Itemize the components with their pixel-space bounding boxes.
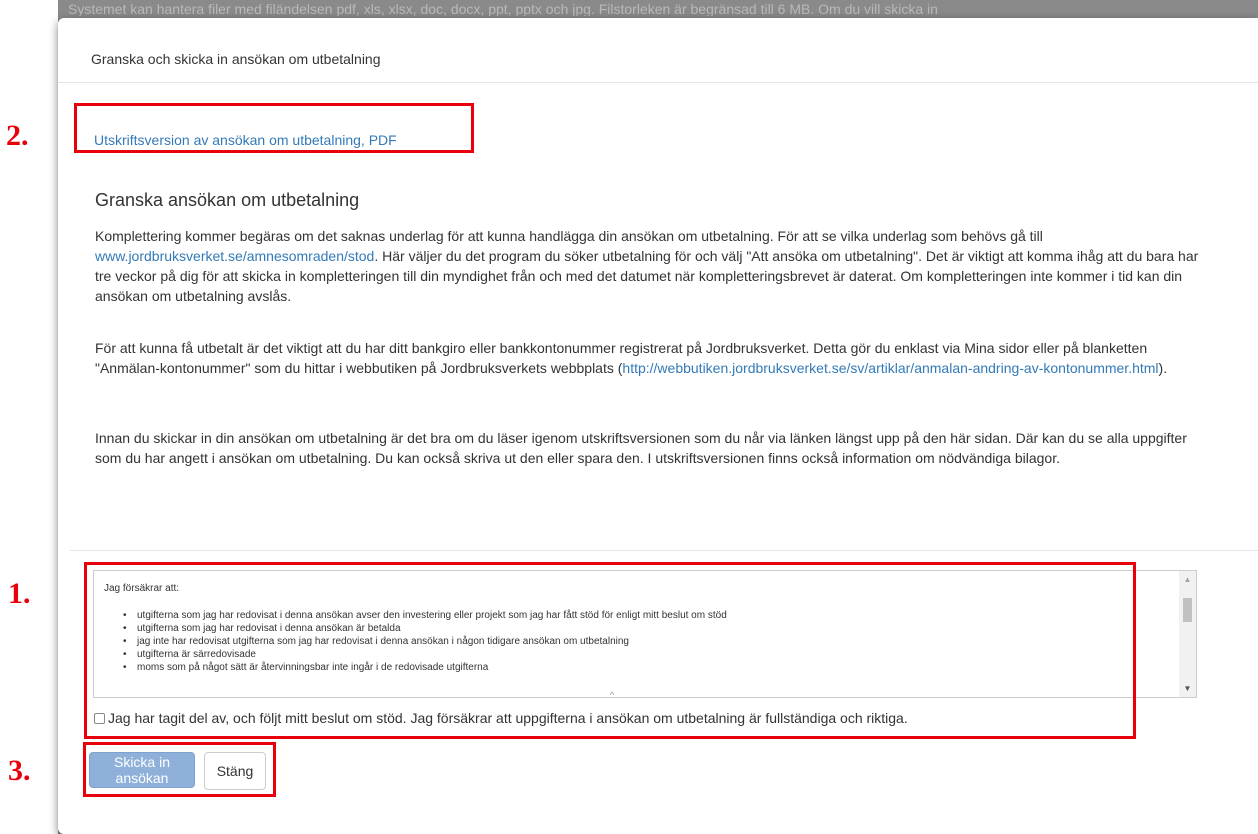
declaration-scrollbar[interactable]: ▲ ▼	[1179, 571, 1196, 697]
modal-header: Granska och skicka in ansökan om utbetal…	[58, 18, 1258, 83]
declaration-content: Jag försäkrar att: utgifterna som jag ha…	[94, 571, 1174, 697]
pdf-print-link[interactable]: Utskriftsversion av ansökan om utbetalni…	[94, 132, 397, 148]
annotation-label-2: 2.	[6, 119, 29, 152]
confirm-row[interactable]: Jag har tagit del av, och följt mitt bes…	[94, 710, 908, 726]
info-paragraph-2: För att kunna få utbetalt är det viktigt…	[95, 338, 1215, 378]
p1-text-a: Komplettering kommer begäras om det sakn…	[95, 228, 1043, 244]
declaration-item: jag inte har redovisat utgifterna som ja…	[123, 635, 727, 648]
annotation-label-3: 3.	[8, 754, 31, 787]
submit-application-button[interactable]: Skicka in ansökan	[89, 752, 195, 788]
declaration-item: utgifterna som jag har redovisat i denna…	[123, 622, 727, 635]
declaration-scrollbox[interactable]: Jag försäkrar att: utgifterna som jag ha…	[93, 570, 1197, 698]
declaration-item: utgifterna som jag har redovisat i denna…	[123, 609, 727, 622]
declaration-item: moms som på något sätt är återvinningsba…	[123, 661, 727, 674]
confirm-checkbox-label: Jag har tagit del av, och följt mitt bes…	[108, 710, 908, 726]
modal-title: Granska och skicka in ansökan om utbetal…	[91, 51, 381, 67]
p2-text-b: ).	[1158, 360, 1168, 376]
review-modal: Granska och skicka in ansökan om utbetal…	[58, 18, 1258, 834]
annotation-label-1: 1.	[8, 577, 31, 610]
resize-caret-icon: ^	[610, 690, 615, 700]
scroll-thumb[interactable]	[1183, 598, 1192, 622]
confirm-checkbox[interactable]	[94, 712, 105, 724]
declaration-intro: Jag försäkrar att:	[104, 583, 180, 594]
scroll-up-arrow-icon[interactable]: ▲	[1179, 571, 1196, 588]
scroll-down-arrow-icon[interactable]: ▼	[1179, 680, 1196, 697]
webbutiken-link[interactable]: http://webbutiken.jordbruksverket.se/sv/…	[622, 360, 1158, 376]
section-title: Granska ansökan om utbetalning	[95, 190, 360, 210]
info-paragraph-3: Innan du skickar in din ansökan om utbet…	[95, 430, 1187, 466]
close-button[interactable]: Stäng	[204, 752, 266, 790]
section-divider	[70, 550, 1258, 551]
info-paragraph-1: Komplettering kommer begäras om det sakn…	[95, 226, 1215, 306]
declaration-list: utgifterna som jag har redovisat i denna…	[123, 609, 727, 674]
background-text: Systemet kan hantera filer med filändels…	[68, 2, 938, 16]
stod-link[interactable]: www.jordbruksverket.se/amnesomraden/stod	[95, 248, 374, 264]
declaration-item: utgifterna är särredovisade	[123, 648, 727, 661]
